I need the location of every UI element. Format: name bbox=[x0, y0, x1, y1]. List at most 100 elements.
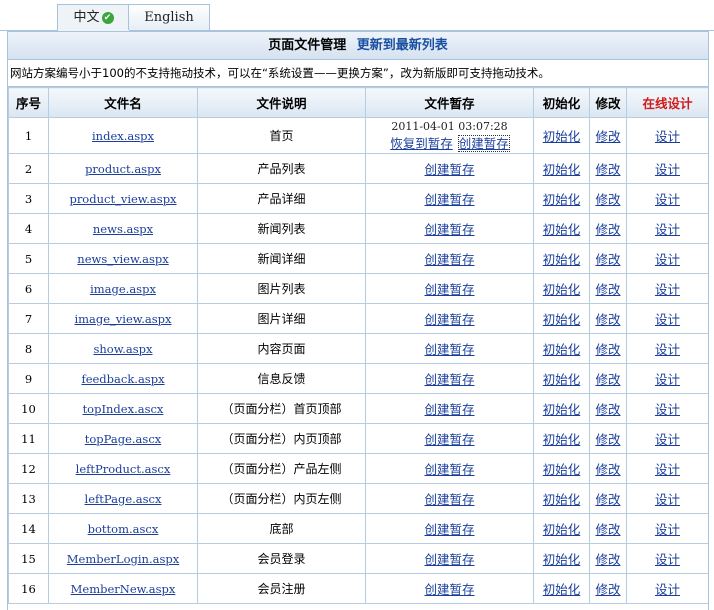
create-draft-link[interactable]: 创建暂存 bbox=[424, 492, 474, 507]
edit-link[interactable]: 修改 bbox=[595, 342, 620, 357]
init-link[interactable]: 初始化 bbox=[543, 342, 581, 357]
init-link[interactable]: 初始化 bbox=[543, 402, 581, 417]
table-row: 10 topIndex.ascx （页面分栏）首页顶部 创建暂存 初始化 修改 设计 bbox=[8, 393, 708, 424]
create-draft-link[interactable]: 创建暂存 bbox=[424, 372, 474, 387]
file-link[interactable]: topPage.ascx bbox=[85, 432, 162, 446]
file-link[interactable]: MemberLogin.aspx bbox=[67, 552, 179, 566]
create-draft-link[interactable]: 创建暂存 bbox=[424, 582, 474, 597]
create-draft-link[interactable]: 创建暂存 bbox=[424, 222, 474, 237]
design-link[interactable]: 设计 bbox=[655, 252, 680, 267]
create-draft-link[interactable]: 创建暂存 bbox=[424, 432, 474, 447]
init-link[interactable]: 初始化 bbox=[543, 582, 581, 597]
file-link[interactable]: news_view.aspx bbox=[77, 252, 168, 266]
design-link[interactable]: 设计 bbox=[655, 342, 680, 357]
design-link[interactable]: 设计 bbox=[655, 312, 680, 327]
design-link[interactable]: 设计 bbox=[655, 162, 680, 177]
restore-draft-link[interactable]: 恢复到暂存 bbox=[390, 136, 453, 151]
row-number: 2 bbox=[8, 153, 49, 184]
design-link[interactable]: 设计 bbox=[655, 129, 680, 144]
page-title: 页面文件管理 bbox=[268, 38, 347, 53]
init-link[interactable]: 初始化 bbox=[543, 522, 581, 537]
init-link[interactable]: 初始化 bbox=[543, 282, 581, 297]
create-draft-link[interactable]: 创建暂存 bbox=[424, 252, 474, 267]
init-link[interactable]: 初始化 bbox=[543, 129, 581, 144]
edit-link[interactable]: 修改 bbox=[595, 522, 620, 537]
design-link[interactable]: 设计 bbox=[655, 582, 680, 597]
edit-link[interactable]: 修改 bbox=[595, 282, 620, 297]
create-draft-link[interactable]: 创建暂存 bbox=[424, 552, 474, 567]
file-link[interactable]: bottom.ascx bbox=[88, 522, 159, 536]
design-link[interactable]: 设计 bbox=[655, 492, 680, 507]
file-link[interactable]: feedback.aspx bbox=[81, 372, 164, 386]
design-link[interactable]: 设计 bbox=[655, 432, 680, 447]
design-link[interactable]: 设计 bbox=[655, 402, 680, 417]
init-link[interactable]: 初始化 bbox=[543, 192, 581, 207]
edit-link[interactable]: 修改 bbox=[595, 402, 620, 417]
design-link[interactable]: 设计 bbox=[655, 222, 680, 237]
file-link[interactable]: topIndex.ascx bbox=[83, 402, 164, 416]
file-link[interactable]: leftProduct.ascx bbox=[76, 462, 171, 476]
file-link[interactable]: index.aspx bbox=[92, 129, 154, 143]
table-row: 11 topPage.ascx （页面分栏）内页顶部 创建暂存 初始化 修改 设计 bbox=[8, 423, 708, 454]
col-header-file: 文件名 bbox=[48, 87, 198, 118]
edit-link[interactable]: 修改 bbox=[595, 222, 620, 237]
row-number: 4 bbox=[8, 213, 49, 244]
file-link[interactable]: image_view.aspx bbox=[74, 312, 171, 326]
init-link[interactable]: 初始化 bbox=[543, 312, 581, 327]
file-link[interactable]: leftPage.ascx bbox=[85, 492, 162, 506]
edit-link[interactable]: 修改 bbox=[595, 462, 620, 477]
edit-link[interactable]: 修改 bbox=[595, 162, 620, 177]
file-link[interactable]: product.aspx bbox=[85, 162, 161, 176]
draft-cell: 创建暂存 bbox=[365, 363, 534, 394]
tab-english[interactable]: English bbox=[128, 4, 210, 30]
design-link[interactable]: 设计 bbox=[655, 282, 680, 297]
update-list-link[interactable]: 更新到最新列表 bbox=[357, 38, 448, 53]
init-link[interactable]: 初始化 bbox=[543, 162, 581, 177]
init-link[interactable]: 初始化 bbox=[543, 252, 581, 267]
create-draft-link[interactable]: 创建暂存 bbox=[424, 192, 474, 207]
edit-link[interactable]: 修改 bbox=[595, 552, 620, 567]
table-row: 1 index.aspx 首页 2011-04-01 03:07:28 恢复到暂存 创建暂… bbox=[8, 117, 708, 154]
init-link[interactable]: 初始化 bbox=[543, 552, 581, 567]
edit-link[interactable]: 修改 bbox=[595, 312, 620, 327]
init-link[interactable]: 初始化 bbox=[543, 432, 581, 447]
create-draft-link[interactable]: 创建暂存 bbox=[457, 134, 510, 152]
edit-link[interactable]: 修改 bbox=[595, 192, 620, 207]
edit-cell: 修改 bbox=[589, 333, 627, 364]
design-link[interactable]: 设计 bbox=[655, 192, 680, 207]
create-draft-link[interactable]: 创建暂存 bbox=[424, 402, 474, 417]
init-link[interactable]: 初始化 bbox=[543, 462, 581, 477]
edit-link[interactable]: 修改 bbox=[595, 252, 620, 267]
edit-link[interactable]: 修改 bbox=[595, 582, 620, 597]
init-link[interactable]: 初始化 bbox=[543, 222, 581, 237]
file-link[interactable]: product_view.aspx bbox=[69, 192, 176, 206]
file-link[interactable]: image.aspx bbox=[90, 282, 156, 296]
create-draft-link[interactable]: 创建暂存 bbox=[424, 162, 474, 177]
edit-link[interactable]: 修改 bbox=[595, 432, 620, 447]
design-link[interactable]: 设计 bbox=[655, 372, 680, 387]
draft-cell: 创建暂存 bbox=[365, 153, 534, 184]
check-icon: ✔ bbox=[101, 12, 114, 24]
draft-cell: 创建暂存 bbox=[365, 513, 534, 544]
file-link[interactable]: news.aspx bbox=[93, 222, 153, 236]
create-draft-link[interactable]: 创建暂存 bbox=[424, 522, 474, 537]
tab-chinese[interactable]: 中文 ✔ bbox=[57, 4, 130, 32]
edit-link[interactable]: 修改 bbox=[595, 492, 620, 507]
init-link[interactable]: 初始化 bbox=[543, 492, 581, 507]
create-draft-link[interactable]: 创建暂存 bbox=[424, 282, 474, 297]
design-link[interactable]: 设计 bbox=[655, 522, 680, 537]
create-draft-link[interactable]: 创建暂存 bbox=[424, 312, 474, 327]
init-link[interactable]: 初始化 bbox=[543, 372, 581, 387]
file-cell: topPage.ascx bbox=[48, 423, 198, 454]
create-draft-link[interactable]: 创建暂存 bbox=[424, 342, 474, 357]
create-draft-link[interactable]: 创建暂存 bbox=[424, 462, 474, 477]
edit-link[interactable]: 修改 bbox=[595, 372, 620, 387]
design-link[interactable]: 设计 bbox=[655, 462, 680, 477]
design-link[interactable]: 设计 bbox=[655, 552, 680, 567]
edit-link[interactable]: 修改 bbox=[595, 129, 620, 144]
file-link[interactable]: show.aspx bbox=[94, 342, 153, 356]
file-description: 首页 bbox=[197, 117, 366, 154]
file-link[interactable]: MemberNew.aspx bbox=[71, 582, 176, 596]
draft-cell: 创建暂存 bbox=[365, 183, 534, 214]
file-description: 会员注册 bbox=[197, 573, 366, 604]
